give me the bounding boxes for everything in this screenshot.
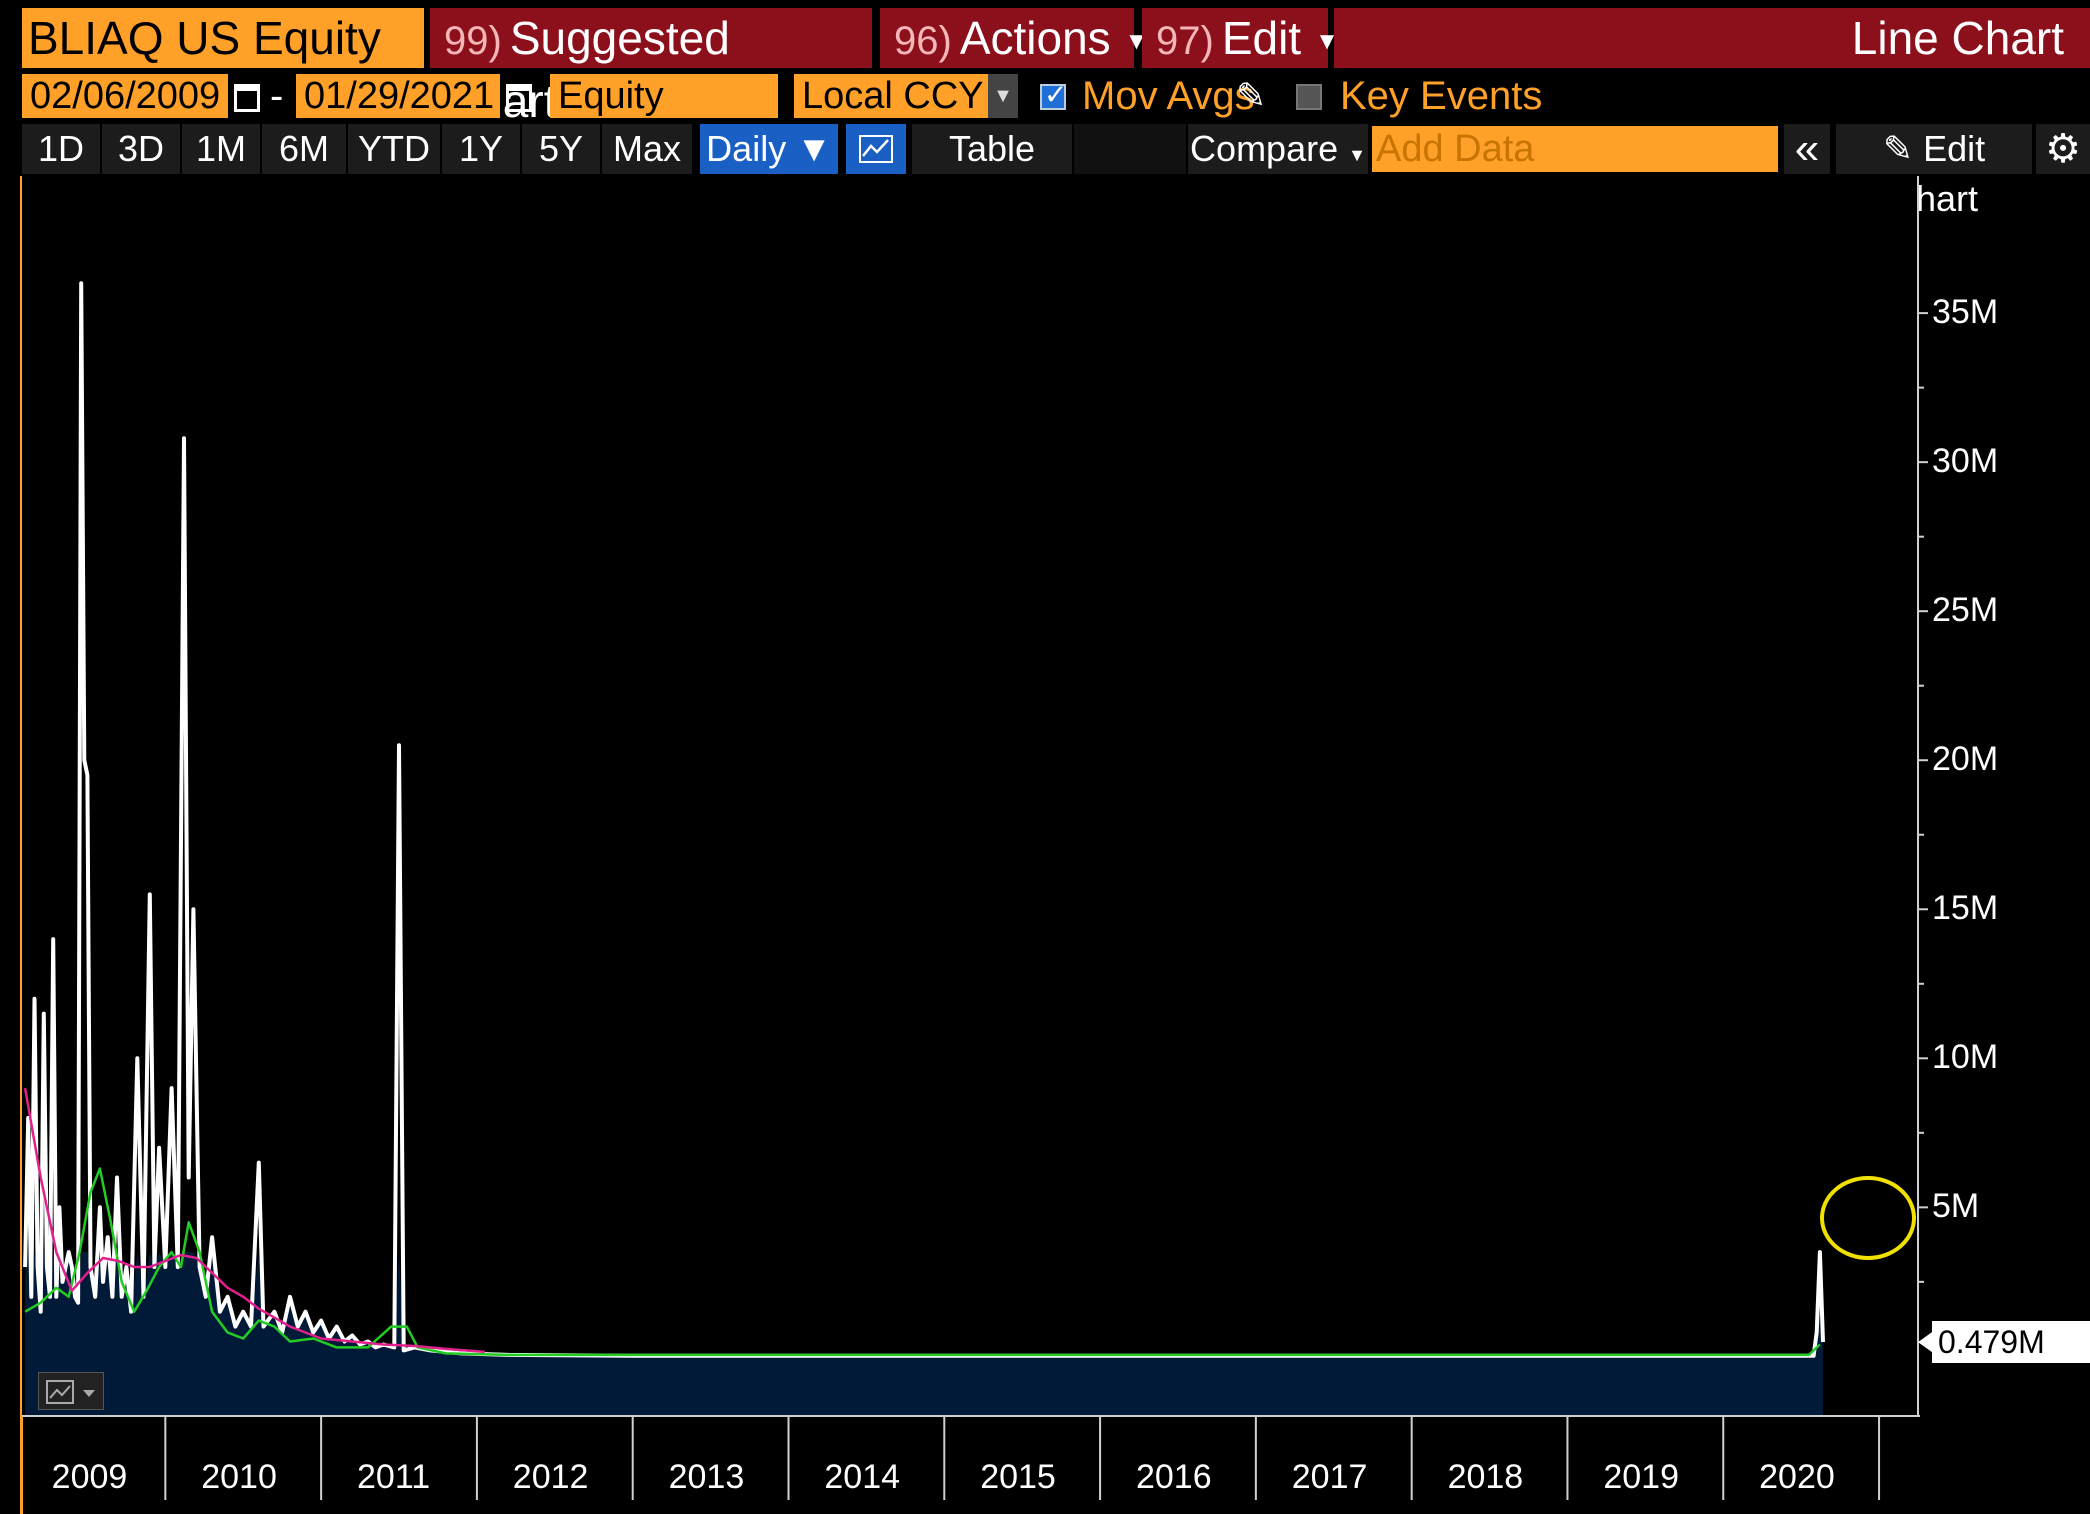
volume-line-chart (22, 176, 1932, 1500)
x-tick-label: 2014 (824, 1458, 901, 1496)
chart-style-toggle[interactable] (38, 1372, 104, 1410)
y-tick-label: 5M (1932, 1187, 1980, 1226)
x-tick-label: 2016 (1135, 1458, 1212, 1496)
y-tick-label: 15M (1932, 889, 1999, 928)
x-tick-label: 2015 (980, 1458, 1056, 1496)
x-tick-label: 2011 (357, 1458, 431, 1496)
x-tick-label: 2010 (201, 1458, 277, 1496)
y-tick-label: 30M (1932, 442, 1999, 481)
x-tick-label: 2009 (51, 1458, 128, 1496)
y-tick-label: 25M (1932, 591, 1999, 630)
y-axis-ticks (1918, 312, 1932, 1353)
last-value-pointer (1918, 1332, 1932, 1353)
plot-area (22, 176, 1918, 1416)
y-tick-label: 35M (1932, 293, 1999, 332)
x-tick-label: 2019 (1603, 1458, 1679, 1496)
x-tick-label: 2018 (1447, 1458, 1524, 1496)
x-tick-label: 2012 (512, 1458, 589, 1496)
x-tick-label: 2020 (1759, 1458, 1835, 1496)
y-tick-label: 10M (1932, 1038, 1999, 1077)
last-value-label: 0.479M (1932, 1321, 2090, 1364)
y-tick-label: 20M (1932, 740, 1999, 779)
x-tick-label: 2017 (1291, 1458, 1368, 1496)
x-tick-label: 2013 (668, 1458, 745, 1496)
line-chart-icon (46, 1380, 95, 1404)
